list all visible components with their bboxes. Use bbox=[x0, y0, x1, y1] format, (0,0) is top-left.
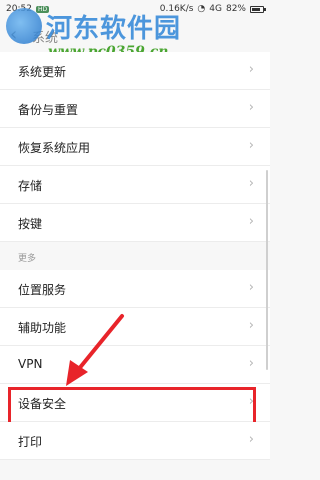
chevron-right-icon: › bbox=[248, 214, 254, 229]
list-item-label: 设备安全 bbox=[18, 397, 67, 411]
chevron-right-icon: › bbox=[248, 138, 254, 153]
scrollbar[interactable] bbox=[266, 170, 268, 370]
list-item-storage[interactable]: 存储 › bbox=[0, 166, 270, 204]
list-item-label: 备份与重置 bbox=[18, 103, 79, 117]
section-header-more: 更多 bbox=[0, 242, 270, 270]
list-item-restore-apps[interactable]: 恢复系统应用 › bbox=[0, 128, 270, 166]
chevron-right-icon: › bbox=[248, 432, 254, 447]
list-item-print[interactable]: 打印 › bbox=[0, 422, 270, 460]
wifi-icon: ◔ bbox=[197, 4, 206, 14]
signal-label: 4G bbox=[209, 4, 222, 14]
chevron-right-icon: › bbox=[248, 176, 254, 191]
list-item-label: VPN bbox=[18, 357, 43, 371]
chevron-right-icon: › bbox=[248, 394, 254, 409]
list-item-label: 按键 bbox=[18, 217, 43, 231]
list-item-label: 存储 bbox=[18, 179, 43, 193]
battery-icon bbox=[250, 5, 266, 13]
list-item-device-security[interactable]: 设备安全 › bbox=[0, 384, 270, 429]
battery-percent: 82% bbox=[225, 4, 246, 14]
red-arrow-icon bbox=[66, 314, 124, 386]
watermark-title: 河东软件园 bbox=[46, 14, 182, 44]
list-item-label: 打印 bbox=[18, 435, 43, 449]
list-item-location[interactable]: 位置服务 › bbox=[0, 270, 270, 308]
settings-screen: 20:52 HD 0.16K/s ◔ 4G 82% ‹ 系统 河东软件园 www… bbox=[0, 0, 270, 480]
list-item-label: 位置服务 bbox=[18, 283, 67, 297]
settings-list: 系统更新 › 备份与重置 › 恢复系统应用 › 存储 › 按键 › 更多 位置服… bbox=[0, 52, 270, 460]
chevron-right-icon: › bbox=[248, 280, 254, 295]
section-header-label: 更多 bbox=[18, 254, 37, 264]
list-item-accessibility[interactable]: 辅助功能 › bbox=[0, 308, 270, 346]
chevron-right-icon: › bbox=[248, 318, 254, 333]
chevron-right-icon: › bbox=[248, 356, 254, 371]
watermark-logo-icon bbox=[6, 8, 42, 44]
list-item-buttons[interactable]: 按键 › bbox=[0, 204, 270, 242]
list-item-vpn[interactable]: VPN › bbox=[0, 346, 270, 384]
list-item-backup-reset[interactable]: 备份与重置 › bbox=[0, 90, 270, 128]
chevron-right-icon: › bbox=[248, 100, 254, 115]
list-item-label: 系统更新 bbox=[18, 65, 67, 79]
list-item-label: 恢复系统应用 bbox=[18, 141, 91, 155]
list-item-system-update[interactable]: 系统更新 › bbox=[0, 52, 270, 90]
chevron-right-icon: › bbox=[248, 62, 254, 77]
